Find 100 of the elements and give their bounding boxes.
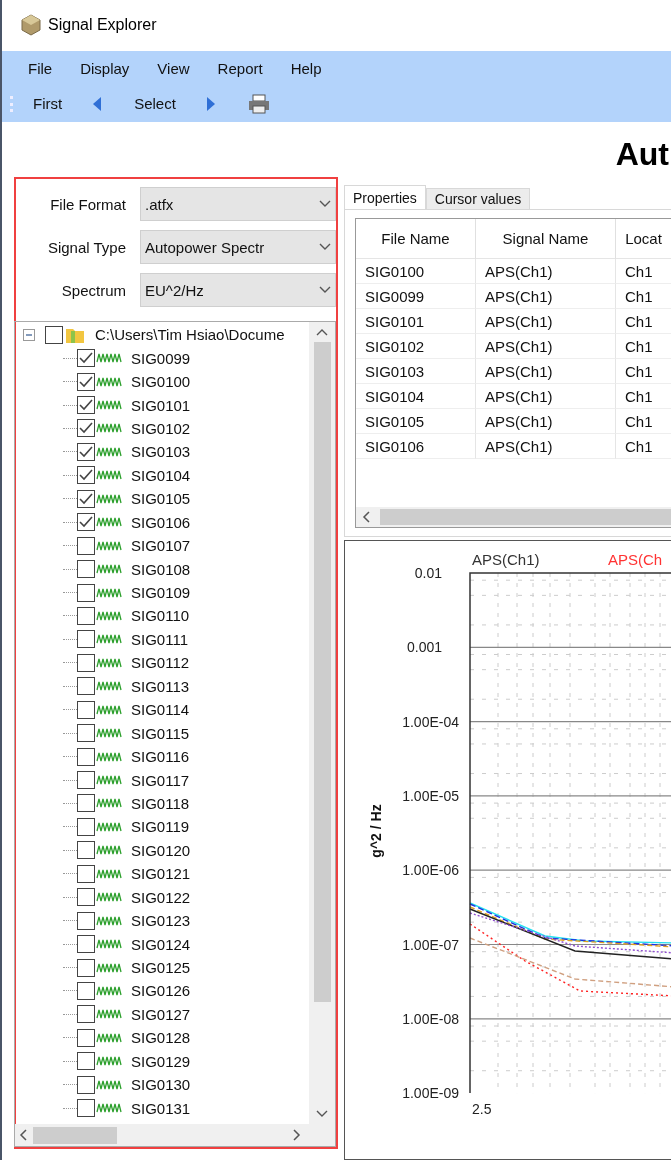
checkbox[interactable] bbox=[77, 489, 95, 508]
column-header[interactable]: File Name bbox=[356, 219, 476, 259]
checkbox[interactable] bbox=[77, 560, 95, 579]
column-header[interactable]: Signal Name bbox=[476, 219, 616, 259]
tree-item[interactable]: SIG0115 bbox=[131, 724, 190, 742]
checkbox[interactable] bbox=[77, 349, 95, 368]
tree-item[interactable]: SIG0116 bbox=[131, 748, 190, 766]
checkbox[interactable] bbox=[77, 1099, 95, 1118]
tree-item[interactable]: SIG0102 bbox=[131, 419, 191, 437]
horizontal-scrollbar[interactable] bbox=[15, 1124, 335, 1146]
tree-item[interactable]: SIG0114 bbox=[131, 701, 190, 719]
checkbox[interactable] bbox=[77, 1052, 95, 1071]
menu-item[interactable]: File bbox=[26, 59, 67, 77]
scroll-left-icon[interactable] bbox=[362, 511, 370, 523]
tree-item[interactable]: SIG0121 bbox=[131, 865, 191, 883]
checkbox[interactable] bbox=[77, 817, 95, 836]
checkbox[interactable] bbox=[77, 396, 95, 415]
menu-item[interactable]: Help bbox=[288, 59, 336, 77]
checkbox[interactable] bbox=[77, 442, 95, 461]
tree-item[interactable]: SIG0123 bbox=[131, 912, 191, 930]
tree-item[interactable]: SIG0122 bbox=[131, 888, 191, 906]
checkbox[interactable] bbox=[77, 1028, 95, 1047]
checkbox[interactable] bbox=[77, 466, 95, 485]
tab[interactable]: Cursor values bbox=[425, 188, 531, 209]
tree-item[interactable]: SIG0099 bbox=[131, 349, 191, 367]
checkbox[interactable] bbox=[77, 1075, 95, 1094]
checkbox[interactable] bbox=[77, 981, 95, 1000]
tree-item[interactable]: SIG0103 bbox=[131, 443, 191, 461]
tree-item[interactable]: SIG0101 bbox=[131, 396, 191, 414]
next-button[interactable] bbox=[205, 95, 216, 112]
toolbar-button[interactable]: First bbox=[33, 95, 63, 113]
toolbar-button[interactable]: Select bbox=[134, 95, 176, 113]
tree-item[interactable]: SIG0119 bbox=[131, 818, 190, 836]
tree-item[interactable]: SIG0111 bbox=[131, 630, 188, 648]
table-cell: APS(Ch1) bbox=[476, 434, 616, 459]
dropdown[interactable]: .atfx bbox=[140, 187, 336, 221]
checkbox[interactable] bbox=[77, 583, 95, 602]
tree-item[interactable]: SIG0131 bbox=[131, 1099, 191, 1117]
tree-item[interactable]: SIG0124 bbox=[131, 935, 191, 953]
checkbox[interactable] bbox=[77, 841, 95, 860]
checkbox[interactable] bbox=[77, 677, 95, 696]
tree-item[interactable]: SIG0109 bbox=[131, 584, 191, 602]
folder-path[interactable]: C:\Users\Tim Hsiao\Docume bbox=[95, 326, 285, 344]
scroll-up-icon[interactable] bbox=[316, 328, 328, 336]
checkbox[interactable] bbox=[77, 630, 95, 649]
horizontal-scrollbar[interactable] bbox=[356, 507, 671, 527]
dropdown[interactable]: Autopower Spectr bbox=[140, 230, 336, 264]
tree-item[interactable]: SIG0113 bbox=[131, 677, 190, 695]
collapse-toggle[interactable] bbox=[23, 328, 35, 341]
tree-item[interactable]: SIG0108 bbox=[131, 560, 191, 578]
table-cell: APS(Ch1) bbox=[476, 384, 616, 409]
app-logo-icon bbox=[20, 14, 42, 37]
checkbox[interactable] bbox=[77, 958, 95, 977]
tree-item[interactable]: SIG0105 bbox=[131, 490, 191, 508]
tree-item[interactable]: SIG0110 bbox=[131, 607, 190, 625]
tree-item[interactable]: SIG0100 bbox=[131, 373, 191, 391]
tree-item[interactable]: SIG0106 bbox=[131, 513, 191, 531]
checkbox[interactable] bbox=[77, 724, 95, 743]
tree-item[interactable]: SIG0128 bbox=[131, 1029, 191, 1047]
tree-item[interactable]: SIG0104 bbox=[131, 466, 191, 484]
checkbox[interactable] bbox=[77, 747, 95, 766]
checkbox[interactable] bbox=[45, 325, 63, 344]
tree-item[interactable]: SIG0126 bbox=[131, 982, 191, 1000]
printer-icon[interactable] bbox=[247, 93, 270, 114]
checkbox[interactable] bbox=[77, 372, 95, 391]
checkbox[interactable] bbox=[77, 653, 95, 672]
table-cell: SIG0105 bbox=[356, 409, 476, 434]
checkbox[interactable] bbox=[77, 794, 95, 813]
menu-item[interactable]: Display bbox=[78, 59, 144, 77]
tree-item[interactable]: SIG0127 bbox=[131, 1005, 191, 1023]
checkbox[interactable] bbox=[77, 513, 95, 532]
tree-item[interactable]: SIG0120 bbox=[131, 841, 191, 859]
vertical-scrollbar[interactable] bbox=[309, 322, 335, 1124]
tree-item[interactable]: SIG0118 bbox=[131, 794, 190, 812]
checkbox[interactable] bbox=[77, 771, 95, 790]
scroll-left-icon[interactable] bbox=[19, 1129, 27, 1141]
menu-item[interactable]: Report bbox=[215, 59, 277, 77]
y-tick-label: 1.00E-04 bbox=[402, 713, 459, 730]
checkbox[interactable] bbox=[77, 911, 95, 930]
checkbox[interactable] bbox=[77, 700, 95, 719]
checkbox[interactable] bbox=[77, 935, 95, 954]
tree-item[interactable]: SIG0125 bbox=[131, 959, 191, 977]
checkbox[interactable] bbox=[77, 419, 95, 438]
scroll-right-icon[interactable] bbox=[293, 1129, 301, 1141]
tree-item[interactable]: SIG0129 bbox=[131, 1052, 191, 1070]
tree-item[interactable]: SIG0112 bbox=[131, 654, 190, 672]
tree-item[interactable]: SIG0130 bbox=[131, 1076, 191, 1094]
menu-item[interactable]: View bbox=[155, 59, 204, 77]
checkbox[interactable] bbox=[77, 888, 95, 907]
previous-button[interactable] bbox=[92, 95, 103, 112]
tree-item[interactable]: SIG0107 bbox=[131, 537, 191, 555]
tree-item[interactable]: SIG0117 bbox=[131, 771, 190, 789]
checkbox[interactable] bbox=[77, 1005, 95, 1024]
toolbar-grip[interactable] bbox=[10, 95, 13, 112]
checkbox[interactable] bbox=[77, 864, 95, 883]
dropdown[interactable]: EU^2/Hz bbox=[140, 273, 336, 307]
tab[interactable]: Properties bbox=[344, 185, 426, 209]
scroll-down-icon[interactable] bbox=[316, 1110, 328, 1118]
checkbox[interactable] bbox=[77, 606, 95, 625]
checkbox[interactable] bbox=[77, 536, 95, 555]
